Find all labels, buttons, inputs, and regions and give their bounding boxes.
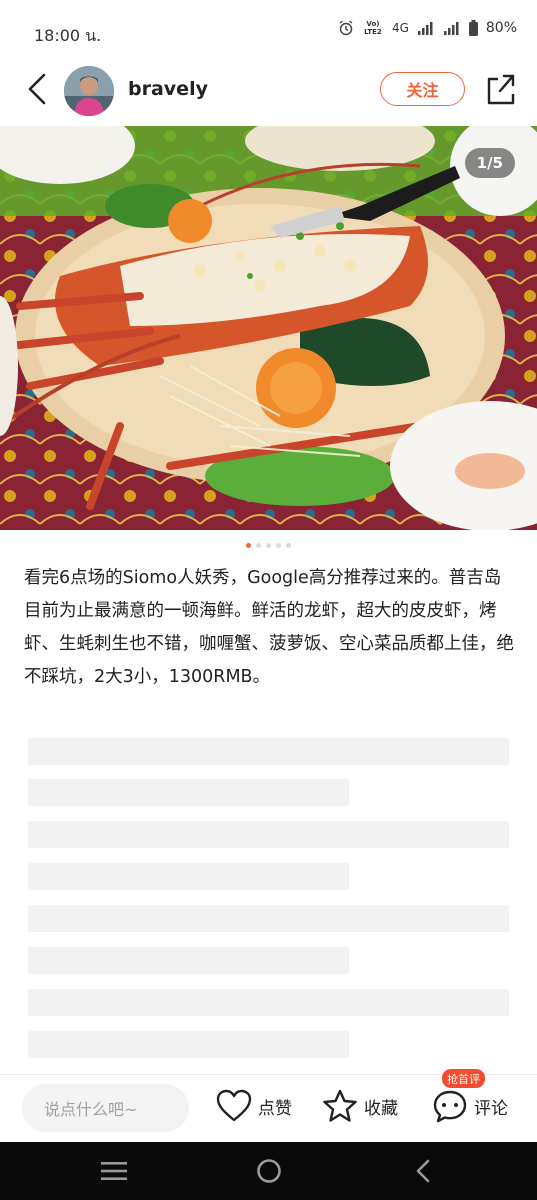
network-label: 4G [391, 21, 409, 35]
signal-icon [417, 21, 435, 35]
loading-placeholder [28, 905, 509, 932]
carousel-dot[interactable] [276, 543, 281, 548]
volte-label: Vo) LTE2 [364, 20, 382, 36]
bottom-action-bar: 说点什么吧~ 点赞 收藏 评论 抢首评 [0, 1069, 537, 1142]
share-button[interactable] [484, 70, 518, 108]
carousel-dot-active[interactable] [246, 543, 251, 548]
post-photo[interactable]: 1/5 [0, 126, 537, 530]
comment-input[interactable]: 说点什么吧~ [22, 1084, 189, 1132]
back-button[interactable] [22, 70, 52, 108]
status-icons: Vo) LTE2 4G 80% [338, 20, 517, 36]
status-bar: 18:00 น. Vo) LTE2 4G 80% [0, 0, 537, 62]
system-nav-bar [0, 1142, 537, 1200]
comment-bubble-icon [433, 1090, 467, 1123]
top-nav: bravely 关注 [0, 62, 537, 124]
carousel-dot[interactable] [256, 543, 261, 548]
system-back-button[interactable] [408, 1156, 438, 1186]
follow-button[interactable]: 关注 [380, 72, 465, 106]
back-icon [28, 73, 46, 105]
signal-icon-2 [443, 21, 461, 35]
username[interactable]: bravely [128, 78, 208, 100]
loading-placeholder [28, 863, 349, 890]
loading-placeholder [28, 989, 509, 1016]
photo-counter: 1/5 [464, 148, 515, 178]
comment-label: 评论 [474, 1098, 508, 1119]
post-body-text: 看完6点场的Siomo人妖秀，Google高分推荐过来的。普吉岛目前为止最满意的… [24, 568, 514, 687]
home-button[interactable] [254, 1156, 284, 1186]
menu-icon [101, 1162, 127, 1180]
home-icon [257, 1159, 281, 1183]
lobster-photo-image [0, 126, 537, 530]
star-icon [323, 1089, 357, 1122]
battery-level: 80% [485, 20, 517, 36]
loading-placeholder [28, 821, 509, 848]
collect-label: 收藏 [364, 1098, 398, 1119]
loading-placeholder [28, 779, 349, 806]
comment-button[interactable]: 评论 [432, 1089, 508, 1123]
carousel-dots [0, 543, 537, 548]
like-button[interactable]: 点赞 [216, 1089, 292, 1123]
loading-placeholder [28, 738, 509, 765]
loading-placeholder [28, 947, 349, 974]
status-time: 18:00 น. [34, 26, 102, 45]
back-triangle-icon [416, 1159, 430, 1183]
recent-apps-button[interactable] [99, 1156, 129, 1186]
like-label: 点赞 [258, 1098, 292, 1119]
collect-button[interactable]: 收藏 [322, 1089, 398, 1123]
avatar[interactable] [64, 66, 114, 116]
carousel-dot[interactable] [266, 543, 271, 548]
battery-icon [468, 20, 478, 36]
comment-badge: 抢首评 [442, 1069, 485, 1088]
share-icon [487, 74, 515, 105]
carousel-dot[interactable] [286, 543, 291, 548]
loading-placeholder [28, 1031, 349, 1058]
heart-icon [216, 1089, 252, 1122]
alarm-icon [338, 20, 354, 36]
